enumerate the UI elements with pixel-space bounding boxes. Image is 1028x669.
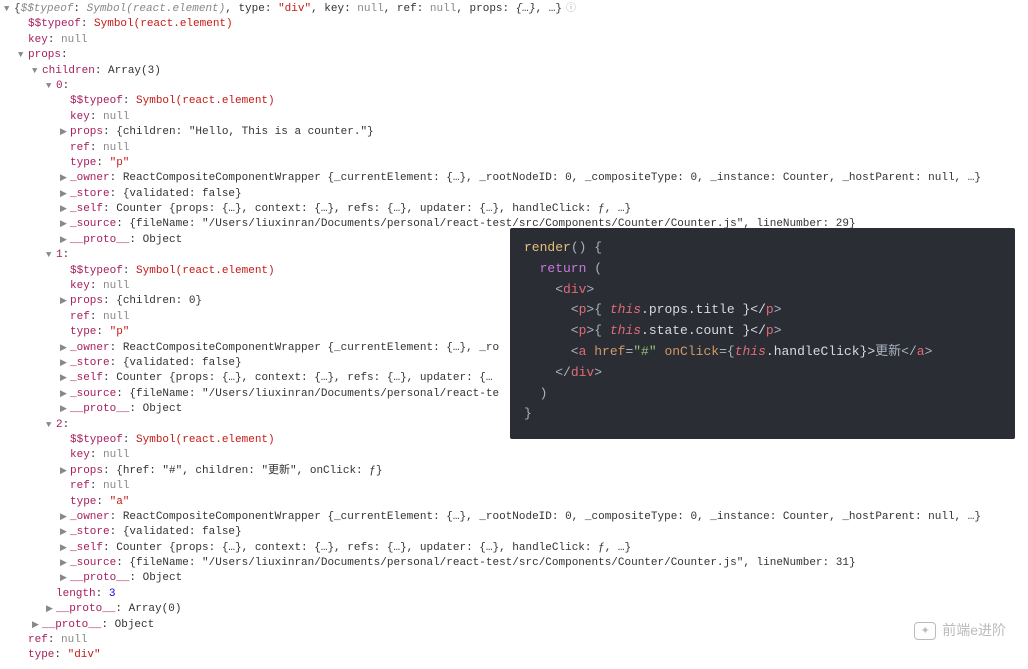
prop-row[interactable]: type: "p" bbox=[4, 156, 1024, 171]
prop-row[interactable]: _owner: ReactCompositeComponentWrapper {… bbox=[4, 510, 1024, 525]
expand-icon[interactable] bbox=[60, 402, 70, 417]
prop-row[interactable]: key: null bbox=[4, 33, 1024, 48]
expand-icon[interactable] bbox=[60, 217, 70, 232]
expand-icon[interactable] bbox=[32, 618, 42, 633]
prop-row[interactable]: ref: null bbox=[4, 633, 1024, 648]
expand-icon[interactable] bbox=[60, 125, 70, 140]
expand-icon[interactable] bbox=[60, 187, 70, 202]
prop-row[interactable]: props: {href: "#", children: "更新", onCli… bbox=[4, 464, 1024, 479]
prop-row[interactable]: props: bbox=[4, 48, 1024, 63]
code-snippet-overlay: render() { return ( <div> <p>{ this.prop… bbox=[510, 228, 1015, 439]
prop-row[interactable]: type: "a" bbox=[4, 495, 1024, 510]
expand-icon[interactable] bbox=[60, 510, 70, 525]
prop-row[interactable]: __proto__: Object bbox=[4, 618, 1024, 633]
expand-icon[interactable] bbox=[46, 248, 56, 263]
watermark: ✦ 前端e进阶 bbox=[914, 621, 1006, 641]
info-icon[interactable]: ⓘ bbox=[566, 4, 576, 15]
expand-icon[interactable] bbox=[18, 48, 28, 63]
expand-icon[interactable] bbox=[60, 556, 70, 571]
expand-icon[interactable] bbox=[32, 64, 42, 79]
expand-icon[interactable] bbox=[60, 541, 70, 556]
prop-row[interactable]: $$typeof: Symbol(react.element) bbox=[4, 17, 1024, 32]
expand-icon[interactable] bbox=[60, 202, 70, 217]
expand-icon[interactable] bbox=[60, 171, 70, 186]
prop-row[interactable]: _self: Counter {props: {…}, context: {…}… bbox=[4, 541, 1024, 556]
prop-row[interactable]: _store: {validated: false} bbox=[4, 187, 1024, 202]
prop-row[interactable]: __proto__: Array(0) bbox=[4, 602, 1024, 617]
expand-icon[interactable] bbox=[60, 525, 70, 540]
prop-row[interactable]: key: null bbox=[4, 448, 1024, 463]
expand-icon[interactable] bbox=[60, 387, 70, 402]
wechat-icon: ✦ bbox=[914, 622, 936, 640]
root-summary[interactable]: {$$typeof: Symbol(react.element), type: … bbox=[4, 2, 1024, 17]
expand-icon[interactable] bbox=[60, 464, 70, 479]
prop-row[interactable]: props: {children: "Hello, This is a coun… bbox=[4, 125, 1024, 140]
prop-row[interactable]: __proto__: Object bbox=[4, 571, 1024, 586]
prop-row[interactable]: _source: {fileName: "/Users/liuxinran/Do… bbox=[4, 556, 1024, 571]
prop-row[interactable]: length: 3 bbox=[4, 587, 1024, 602]
prop-row[interactable]: ref: null bbox=[4, 141, 1024, 156]
expand-icon[interactable] bbox=[46, 602, 56, 617]
prop-row[interactable]: type: "div" bbox=[4, 648, 1024, 663]
expand-icon[interactable] bbox=[60, 371, 70, 386]
watermark-text: 前端e进阶 bbox=[942, 621, 1006, 641]
prop-row[interactable]: $$typeof: Symbol(react.element) bbox=[4, 94, 1024, 109]
prop-row[interactable]: _owner: ReactCompositeComponentWrapper {… bbox=[4, 171, 1024, 186]
prop-row[interactable]: ref: null bbox=[4, 479, 1024, 494]
expand-icon[interactable] bbox=[60, 294, 70, 309]
expand-icon[interactable] bbox=[60, 341, 70, 356]
symbol-value: Symbol(react.element) bbox=[87, 3, 226, 15]
prop-row[interactable]: children: Array(3) bbox=[4, 64, 1024, 79]
prop-key: $$typeof bbox=[21, 3, 74, 15]
expand-icon[interactable] bbox=[46, 418, 56, 433]
expand-icon[interactable] bbox=[60, 571, 70, 586]
expand-icon[interactable] bbox=[60, 356, 70, 371]
expand-icon[interactable] bbox=[46, 79, 56, 94]
prop-row[interactable]: _self: Counter {props: {…}, context: {…}… bbox=[4, 202, 1024, 217]
expand-icon[interactable] bbox=[60, 233, 70, 248]
expand-icon[interactable] bbox=[4, 2, 14, 17]
prop-row[interactable]: _store: {validated: false} bbox=[4, 525, 1024, 540]
prop-row[interactable]: key: null bbox=[4, 110, 1024, 125]
array-item[interactable]: 0: bbox=[4, 79, 1024, 94]
